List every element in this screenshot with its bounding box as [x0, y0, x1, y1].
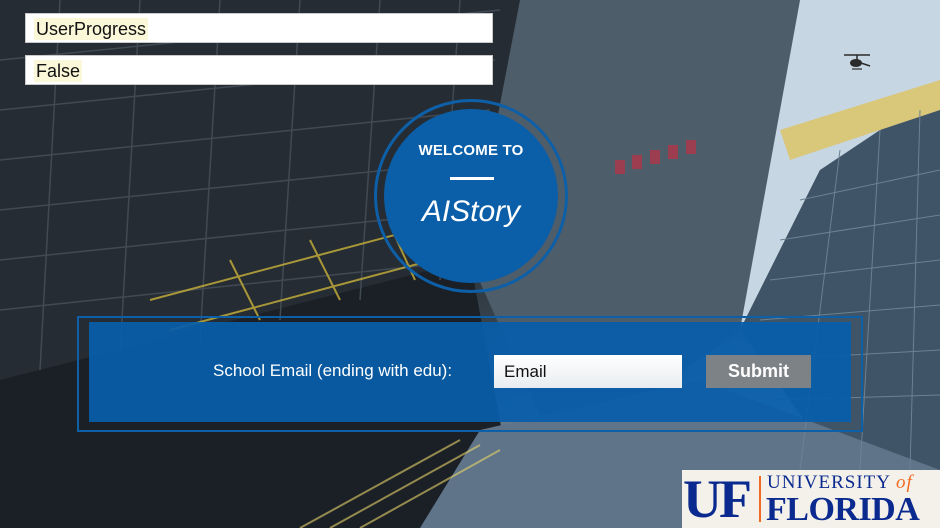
- variable-value-text: False: [34, 60, 83, 82]
- welcome-divider: [450, 177, 494, 180]
- welcome-heading: WELCOME TO: [418, 142, 524, 159]
- submit-button[interactable]: Submit: [706, 355, 811, 388]
- app-title: AIStory: [421, 195, 521, 228]
- variable-name-text: UserProgress: [34, 18, 149, 40]
- logo-university-word: UNIVERSITY: [767, 472, 891, 493]
- user-progress-value-field: False: [25, 55, 493, 85]
- welcome-badge: WELCOME TO AIStory: [384, 109, 558, 283]
- helicopter-icon: [844, 54, 871, 70]
- logo-divider: [759, 476, 761, 522]
- email-label: School Email (ending with edu):: [213, 361, 453, 380]
- signup-panel: School Email (ending with edu): Submit: [89, 322, 851, 422]
- email-input[interactable]: [494, 355, 682, 388]
- logo-florida-text: FLORIDA: [766, 491, 920, 528]
- uf-logo-letters: UF: [683, 469, 752, 529]
- university-of-florida-logo: UF UNIVERSITY of FLORIDA: [682, 470, 940, 528]
- user-progress-variable-field: UserProgress: [25, 13, 493, 43]
- logo-of-word: of: [896, 472, 913, 493]
